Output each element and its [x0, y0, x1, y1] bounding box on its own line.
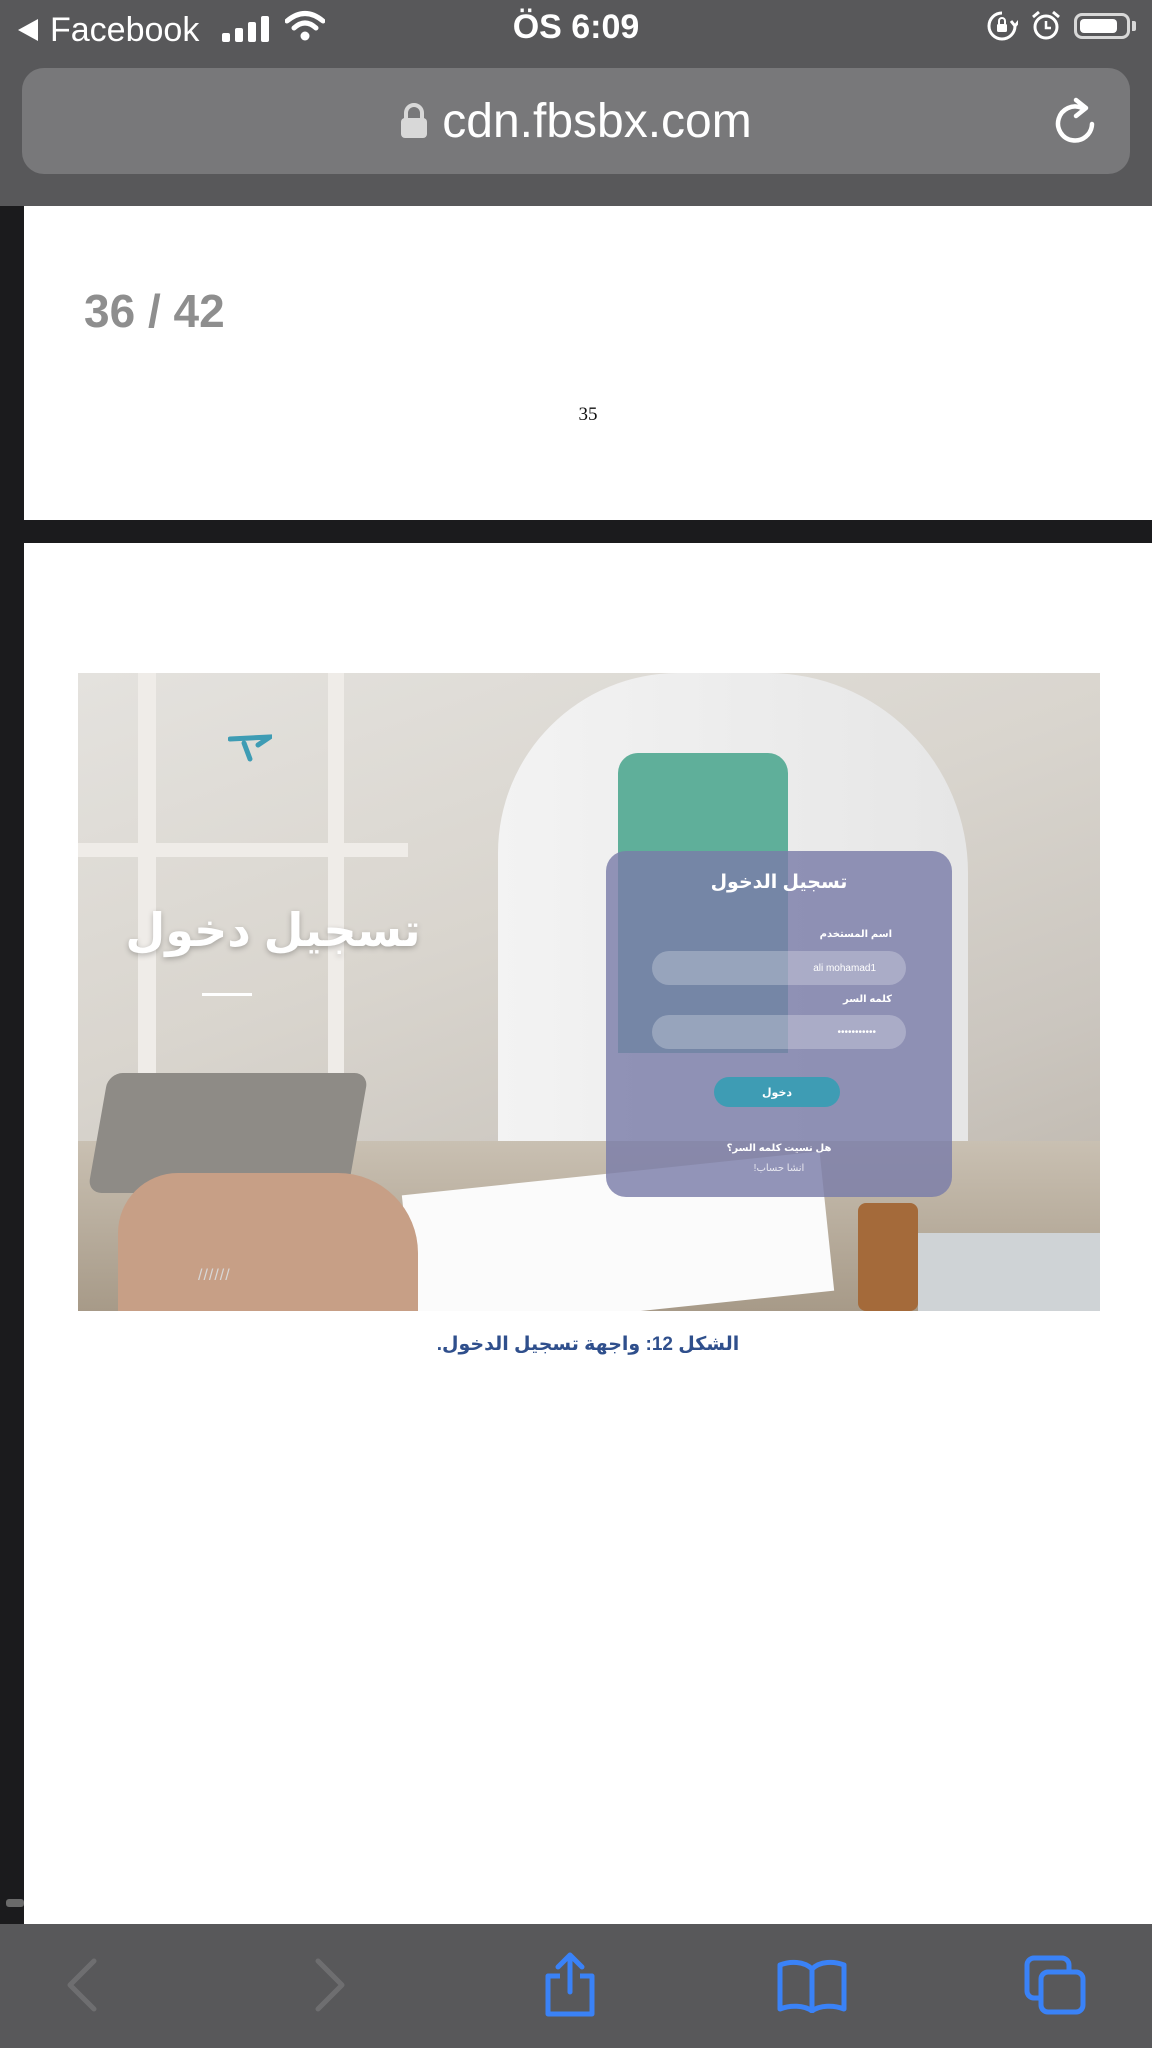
back-button[interactable] — [42, 1950, 122, 2020]
reload-icon[interactable] — [1052, 96, 1100, 148]
pdf-page-35: 36 / 42 35 — [24, 206, 1152, 520]
password-field: ••••••••••• — [652, 1015, 906, 1049]
pdf-page-36: تسجيل دخول ////// تسجيل الدخول اسم المست… — [24, 543, 1152, 1924]
address-bar[interactable]: cdn.fbsbx.com — [22, 68, 1130, 174]
page-number: 35 — [578, 404, 598, 425]
url-domain: cdn.fbsbx.com — [442, 94, 752, 148]
share-icon — [545, 1952, 595, 2017]
browser-top-bar: Facebook ÖS 6:09 cdn.fbsbx.com — [0, 0, 1152, 206]
brand-logo-icon — [228, 734, 272, 762]
battery-icon — [1074, 13, 1130, 39]
share-button[interactable] — [530, 1950, 610, 2020]
login-button: دخول — [714, 1077, 840, 1107]
patient-hands — [118, 1173, 418, 1311]
laptop — [918, 1233, 1100, 1311]
status-time: ÖS 6:09 — [512, 8, 640, 46]
lock-icon — [401, 103, 428, 138]
username-field: ali mohamad1 — [652, 951, 906, 985]
orientation-lock-icon — [987, 11, 1018, 41]
browser-toolbar — [0, 1924, 1152, 2048]
login-card-title: تسجيل الدخول — [710, 872, 848, 893]
title-underline — [202, 993, 252, 996]
login-screen-figure: تسجيل دخول ////// تسجيل الدخول اسم المست… — [78, 673, 1100, 1311]
pdf-viewer[interactable]: 36 / 42 35 تسجيل دخول ////// تسجيل الدخو… — [0, 206, 1152, 1924]
chevron-right-icon — [315, 1958, 345, 2012]
bookmarks-button[interactable] — [772, 1950, 852, 2020]
create-account-link: انشا حساب! — [753, 1163, 805, 1174]
username-label: اسم المستخدم — [819, 929, 892, 940]
page-counter: 36 / 42 — [84, 285, 225, 337]
tabs-button[interactable] — [1016, 1950, 1096, 2020]
decor-hash-mark: ////// — [198, 1267, 231, 1284]
tabs-icon — [1024, 1955, 1086, 2015]
status-right-icons — [986, 10, 1136, 42]
pill-bottle — [858, 1203, 918, 1311]
password-label: كلمه السر — [842, 994, 892, 1005]
book-icon — [777, 1959, 847, 2013]
scroll-indicator[interactable] — [6, 1899, 24, 1907]
battery-level — [1080, 19, 1118, 33]
chevron-left-icon — [67, 1958, 97, 2012]
figure-big-title: تسجيل دخول — [125, 904, 421, 956]
alarm-icon — [1032, 10, 1060, 40]
battery-tip — [1132, 21, 1136, 31]
bg-shelf — [78, 843, 408, 857]
login-card: تسجيل الدخول اسم المستخدم ali mohamad1 ك… — [606, 851, 952, 1197]
forgot-password-link: هل نسيت كلمه السر؟ — [726, 1143, 832, 1154]
forward-button[interactable] — [290, 1950, 370, 2020]
figure-caption: الشكل 12: واجهة تسجيل الدخول. — [436, 1334, 740, 1355]
